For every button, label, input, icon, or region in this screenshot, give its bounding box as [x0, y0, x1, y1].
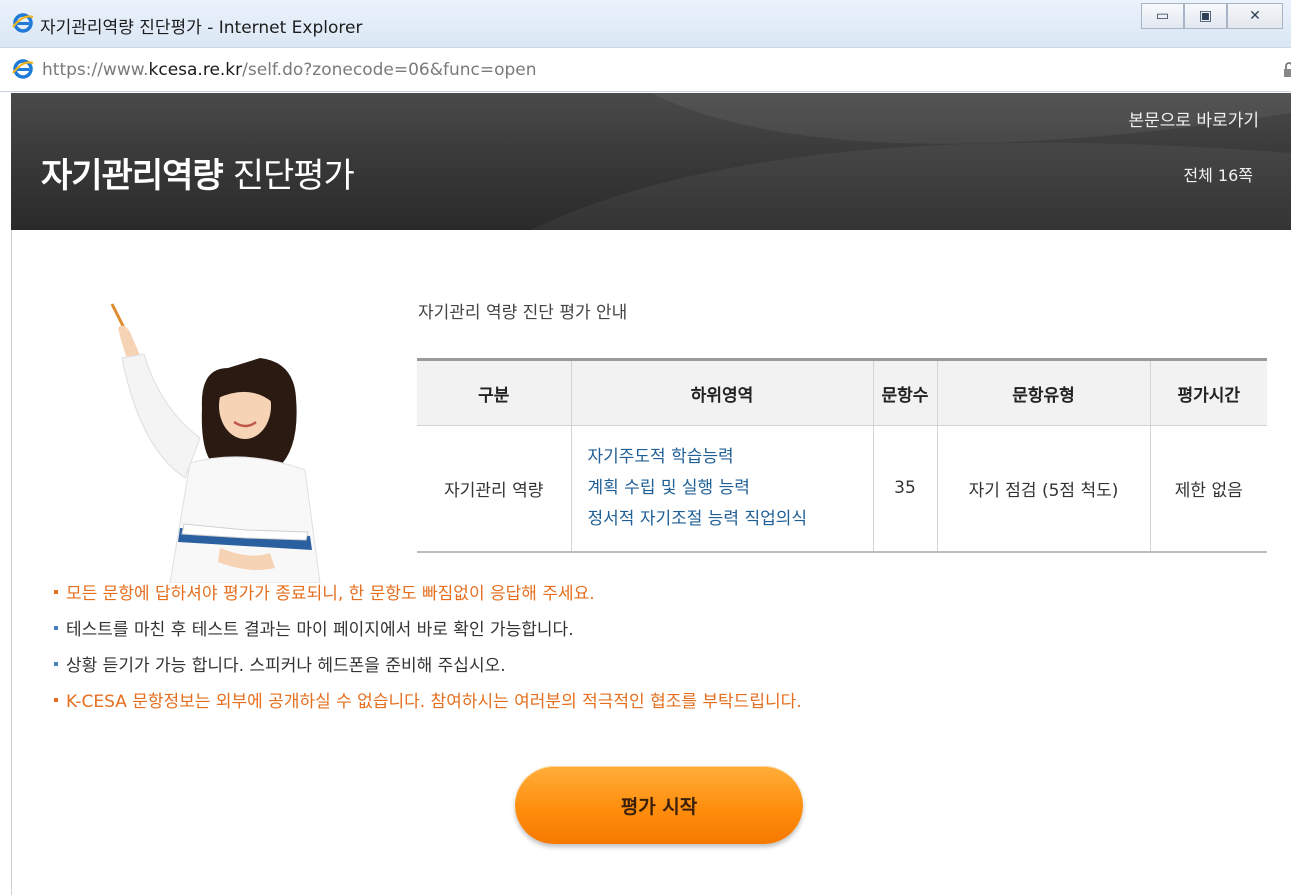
- notice-item: 테스트를 마친 후 테스트 결과는 마이 페이지에서 바로 확인 가능합니다.: [54, 618, 802, 654]
- student-illustration: [110, 303, 321, 583]
- bullet-icon: [54, 662, 58, 666]
- table-row: 자기관리 역량 자기주도적 학습능력 계획 수립 및 실행 능력 정서적 자기조…: [417, 425, 1267, 552]
- cell-question-type: 자기 점검 (5점 척도): [937, 425, 1151, 552]
- page-header: 본문으로 바로가기 자기관리역량 진단평가 전체 16쪽: [11, 93, 1291, 230]
- subarea-item: 자기주도적 학습능력: [587, 446, 734, 467]
- notice-item: 모든 문항에 답하셔야 평가가 종료되니, 한 문항도 빠짐없이 응답해 주세요…: [54, 582, 802, 618]
- maximize-button[interactable]: ▣: [1184, 3, 1227, 29]
- bullet-icon: [54, 590, 58, 594]
- cell-question-count: 35: [873, 425, 938, 552]
- skip-to-content-link[interactable]: 본문으로 바로가기: [1128, 106, 1259, 131]
- page-count: 전체 16쪽: [1183, 166, 1253, 185]
- address-bar[interactable]: https://www.kcesa.re.kr/self.do?zonecode…: [0, 48, 1291, 92]
- bullet-icon: [54, 626, 58, 630]
- guide-title: 자기관리 역량 진단 평가 안내: [418, 303, 628, 323]
- minimize-button[interactable]: ▭: [1141, 3, 1184, 29]
- column-header-category: 구분: [417, 359, 572, 426]
- window-titlebar: 자기관리역량 진단평가 - Internet Explorer ▭ ▣ ✕: [0, 0, 1291, 48]
- page-title: 자기관리역량 진단평가: [41, 156, 355, 196]
- bullet-icon: [54, 698, 58, 702]
- column-header-question-count: 문항수: [873, 359, 938, 426]
- start-assessment-button[interactable]: 평가 시작: [515, 766, 803, 844]
- column-header-question-type: 문항유형: [937, 359, 1151, 426]
- lock-icon: [1284, 62, 1291, 77]
- assessment-info-table: 구분 하위영역 문항수 문항유형 평가시간 자기관리 역량 자기주도적 학습능력…: [417, 358, 1267, 553]
- cell-time: 제한 없음: [1174, 480, 1243, 501]
- column-header-time: 평가시간: [1150, 359, 1267, 426]
- cell-category: 자기관리 역량: [417, 425, 572, 552]
- notice-list: 모든 문항에 답하셔야 평가가 종료되니, 한 문항도 빠짐없이 응답해 주세요…: [54, 582, 802, 726]
- page-border: [11, 230, 12, 895]
- ie-icon: [12, 59, 34, 79]
- cell-subareas: 자기주도적 학습능력 계획 수립 및 실행 능력 정서적 자기조절 능력 직업의…: [571, 425, 874, 552]
- subarea-item: 계획 수립 및 실행 능력: [587, 477, 750, 498]
- url-text[interactable]: https://www.kcesa.re.kr/self.do?zonecode…: [42, 60, 537, 80]
- window-title: 자기관리역량 진단평가 - Internet Explorer: [40, 18, 363, 38]
- subarea-item: 정서적 자기조절 능력 직업의식: [587, 508, 808, 529]
- notice-item: K-CESA 문항정보는 외부에 공개하실 수 없습니다. 참여하시는 여러분의…: [54, 690, 802, 726]
- table-header-row: 구분 하위영역 문항수 문항유형 평가시간: [417, 359, 1267, 426]
- close-button[interactable]: ✕: [1227, 3, 1283, 29]
- column-header-subareas: 하위영역: [571, 359, 874, 426]
- window-controls: ▭ ▣ ✕: [1141, 3, 1283, 29]
- notice-item: 상황 듣기가 가능 합니다. 스피커나 헤드폰을 준비해 주십시오.: [54, 654, 802, 690]
- ie-icon: [12, 13, 34, 33]
